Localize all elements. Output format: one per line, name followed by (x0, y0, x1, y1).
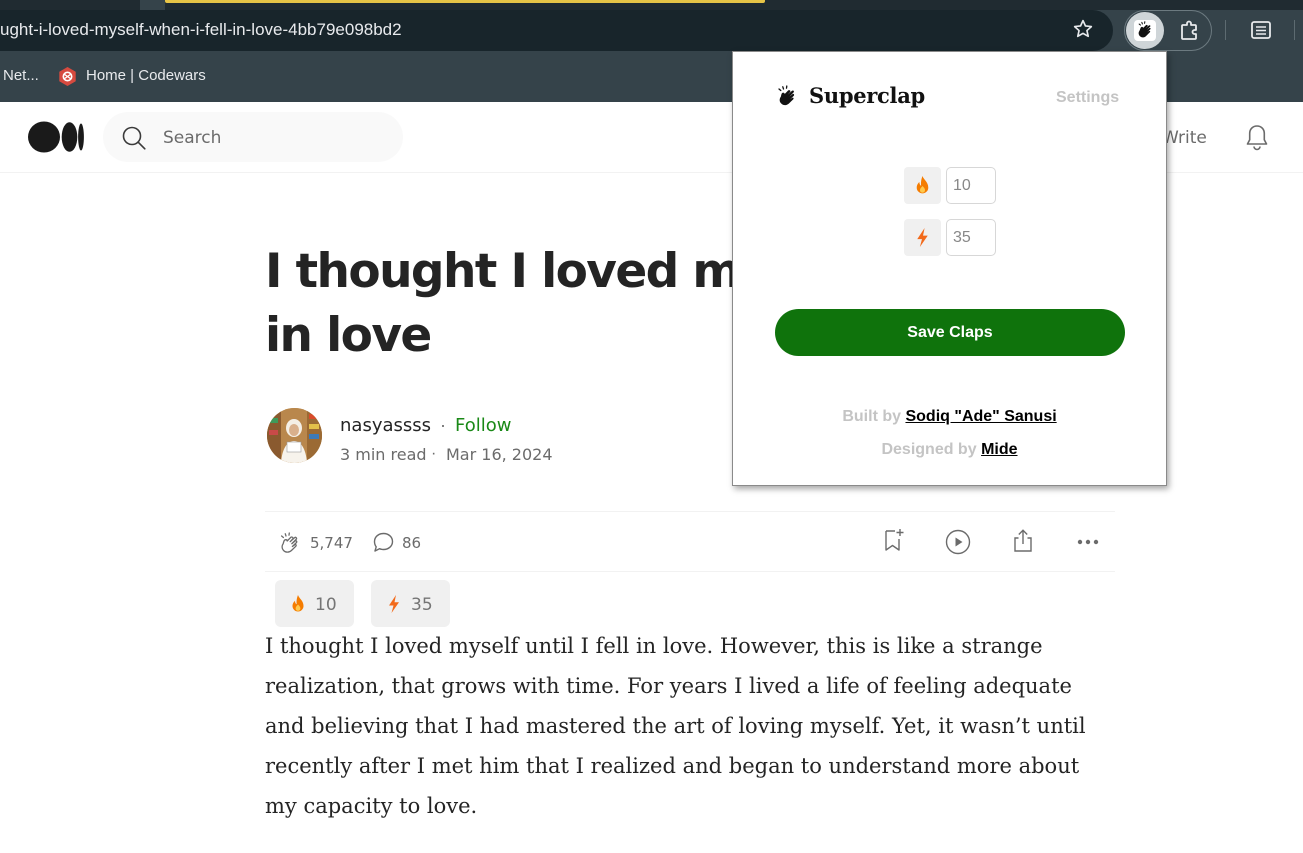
star-icon[interactable] (1072, 18, 1094, 40)
lightning-icon (917, 228, 928, 247)
toolbar-divider (1294, 20, 1295, 40)
lightning-icon (389, 595, 399, 613)
medium-logo-icon[interactable] (28, 121, 84, 153)
avatar[interactable] (267, 408, 322, 463)
fire-icon (292, 595, 304, 612)
listen-play-icon[interactable] (945, 529, 971, 555)
clap-icon[interactable] (276, 529, 304, 557)
superclap-extension-icon (1138, 21, 1151, 38)
built-by-label: Built by (842, 408, 902, 425)
comment-icon[interactable] (371, 530, 397, 556)
clap-count: 5,747 (310, 534, 353, 552)
bookmark-add-icon[interactable] (881, 527, 907, 553)
author-name[interactable]: nasyassss (340, 415, 431, 436)
designed-by-label: Designed by (881, 441, 977, 458)
superclap-bolt-chip[interactable]: 35 (371, 580, 450, 627)
active-tab[interactable] (140, 0, 165, 10)
follow-button[interactable]: Follow (455, 415, 511, 436)
more-options-icon[interactable] (1075, 529, 1101, 555)
designed-by-link[interactable]: Mide (981, 441, 1017, 458)
reading-list-icon[interactable] (1250, 20, 1272, 40)
superclap-popup: Superclap Settings Save Claps Built by S… (732, 51, 1167, 486)
toolbar-divider (1225, 20, 1226, 40)
designed-by-credit: Designed by Mide (733, 441, 1166, 459)
settings-link[interactable]: Settings (1056, 89, 1119, 107)
superclap-title: Superclap (809, 83, 925, 108)
superclap-logo-icon (778, 85, 795, 106)
bolt-claps-input[interactable] (946, 219, 996, 256)
built-by-link[interactable]: Sodiq "Ade" Sanusi (905, 408, 1056, 425)
search-input[interactable]: Search (163, 128, 221, 148)
save-claps-button[interactable]: Save Claps (775, 309, 1125, 356)
superclap-extension-button[interactable] (1126, 12, 1164, 49)
fire-chip-value: 10 (315, 595, 337, 615)
bookmark-codewars[interactable]: Home | Codewars (86, 67, 206, 84)
separator-dot: · (431, 445, 437, 462)
bolt-chip-value: 35 (411, 595, 433, 615)
fire-icon-box (904, 167, 941, 204)
codewars-icon (59, 67, 76, 86)
fire-icon (916, 176, 929, 194)
tab-loading-indicator (165, 0, 765, 3)
search-bar[interactable] (103, 112, 403, 162)
article-paragraph: I thought I loved myself until I fell in… (265, 634, 1086, 818)
extensions-puzzle-icon[interactable] (1178, 19, 1202, 43)
lightning-icon-box (904, 219, 941, 256)
bell-icon[interactable] (1244, 123, 1270, 151)
publish-date: Mar 16, 2024 (446, 445, 553, 464)
superclap-fire-chip[interactable]: 10 (275, 580, 354, 627)
url-text[interactable]: ught-i-loved-myself-when-i-fell-in-love-… (0, 20, 402, 40)
separator-dot: · (440, 415, 446, 435)
fire-claps-input[interactable] (946, 167, 996, 204)
response-count: 86 (402, 534, 422, 552)
write-link[interactable]: Write (1162, 128, 1207, 148)
bookmark-net[interactable]: Net... (3, 67, 39, 84)
share-icon[interactable] (1010, 528, 1036, 554)
search-icon (122, 126, 146, 150)
read-time: 3 min read (340, 445, 427, 464)
built-by-credit: Built by Sodiq "Ade" Sanusi (733, 408, 1166, 426)
